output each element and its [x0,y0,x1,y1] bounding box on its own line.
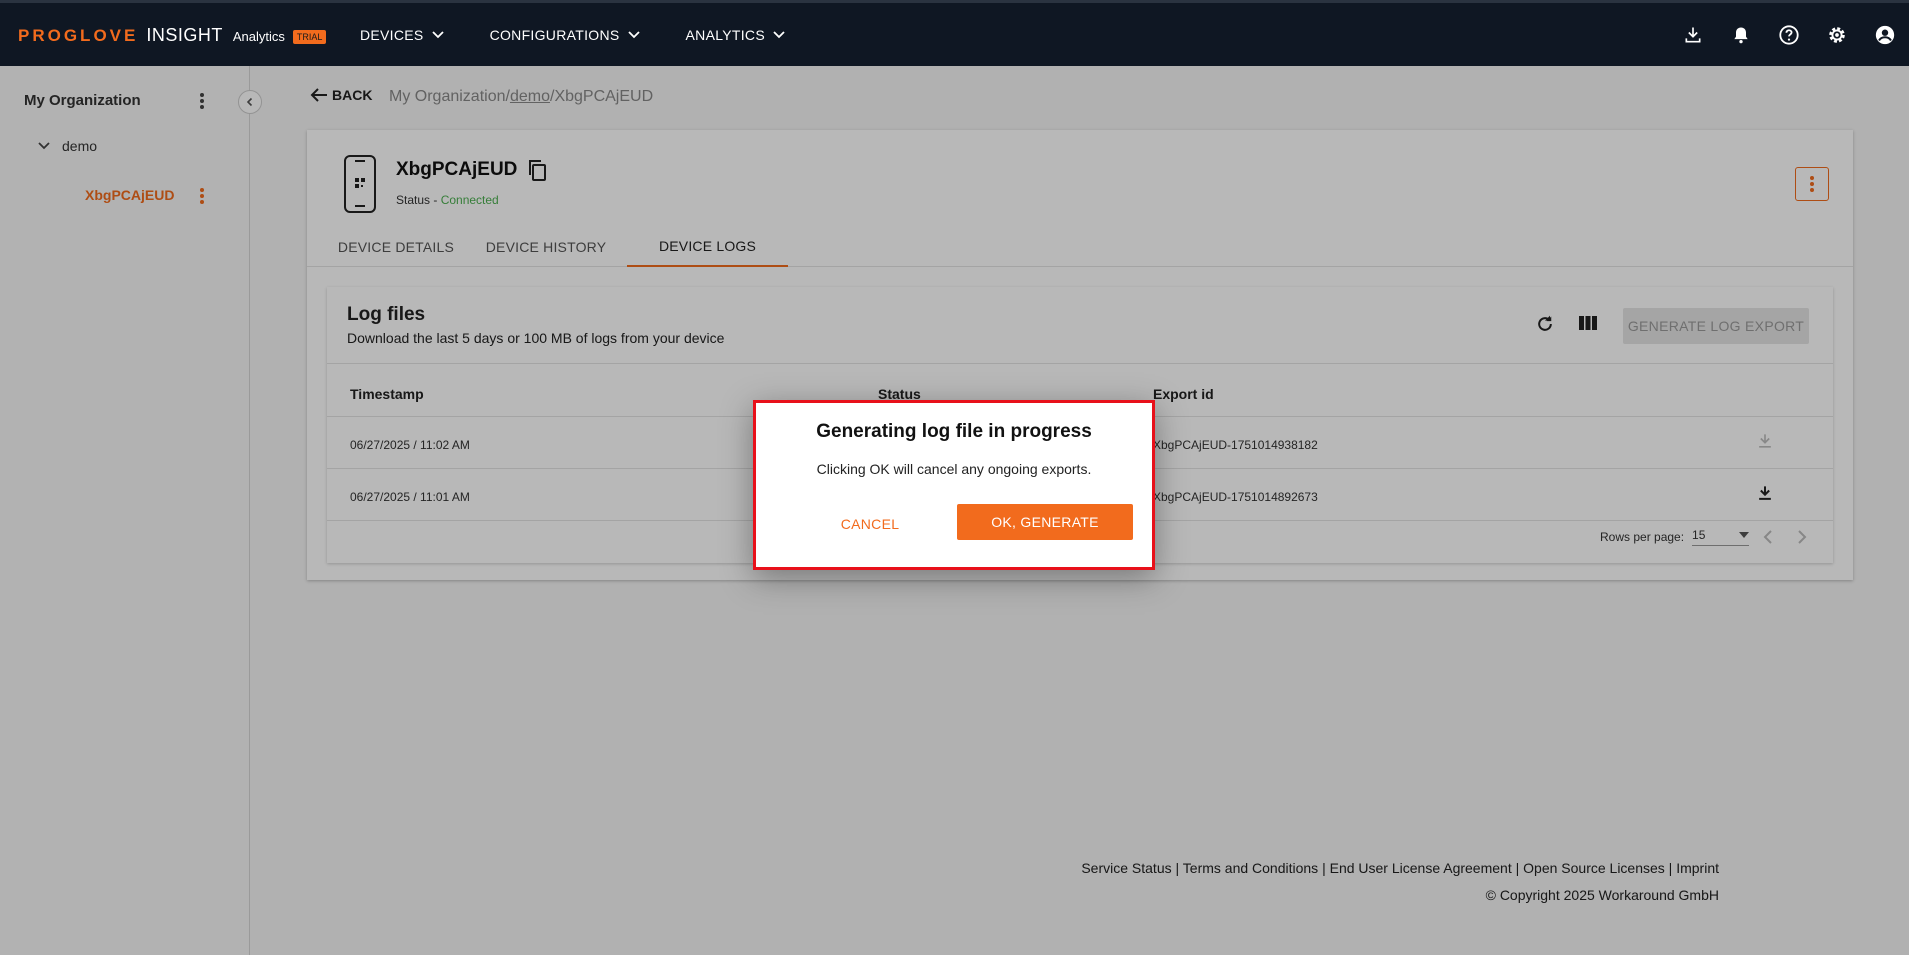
cancel-button[interactable]: CANCEL [820,507,920,541]
trial-badge: TRIAL [292,30,327,44]
ok-generate-button[interactable]: OK, GENERATE [957,504,1133,540]
chevron-down-icon [431,31,444,39]
help-icon[interactable] [1777,23,1801,47]
dialog-message: Clicking OK will cancel any ongoing expo… [816,461,1092,477]
chevron-down-icon [627,31,640,39]
nav-devices-label: DEVICES [360,27,424,43]
main-nav: DEVICES CONFIGURATIONS ANALYTICS [360,27,831,43]
top-bar: PROGLOVE INSIGHT Analytics TRIAL DEVICES… [0,0,1909,66]
download-icon[interactable] [1681,23,1705,47]
dialog-title: Generating log file in progress [816,421,1092,442]
nav-analytics-label: ANALYTICS [685,27,765,43]
chevron-down-icon [773,31,785,39]
header-actions [1657,23,1897,47]
gear-icon[interactable] [1825,23,1849,47]
generate-log-dialog: Generating log file in progress Clicking… [753,400,1155,570]
brand-primary: PROGLOVE [18,26,139,45]
nav-devices[interactable]: DEVICES [360,27,444,43]
account-icon[interactable] [1873,23,1897,47]
bell-icon[interactable] [1729,23,1753,47]
nav-configurations-label: CONFIGURATIONS [489,27,620,43]
nav-configurations[interactable]: CONFIGURATIONS [490,27,640,43]
brand-secondary: INSIGHT [146,25,223,45]
product-name: Analytics [232,29,285,44]
nav-analytics[interactable]: ANALYTICS [686,27,785,43]
logo[interactable]: PROGLOVE INSIGHT Analytics TRIAL [18,25,327,46]
